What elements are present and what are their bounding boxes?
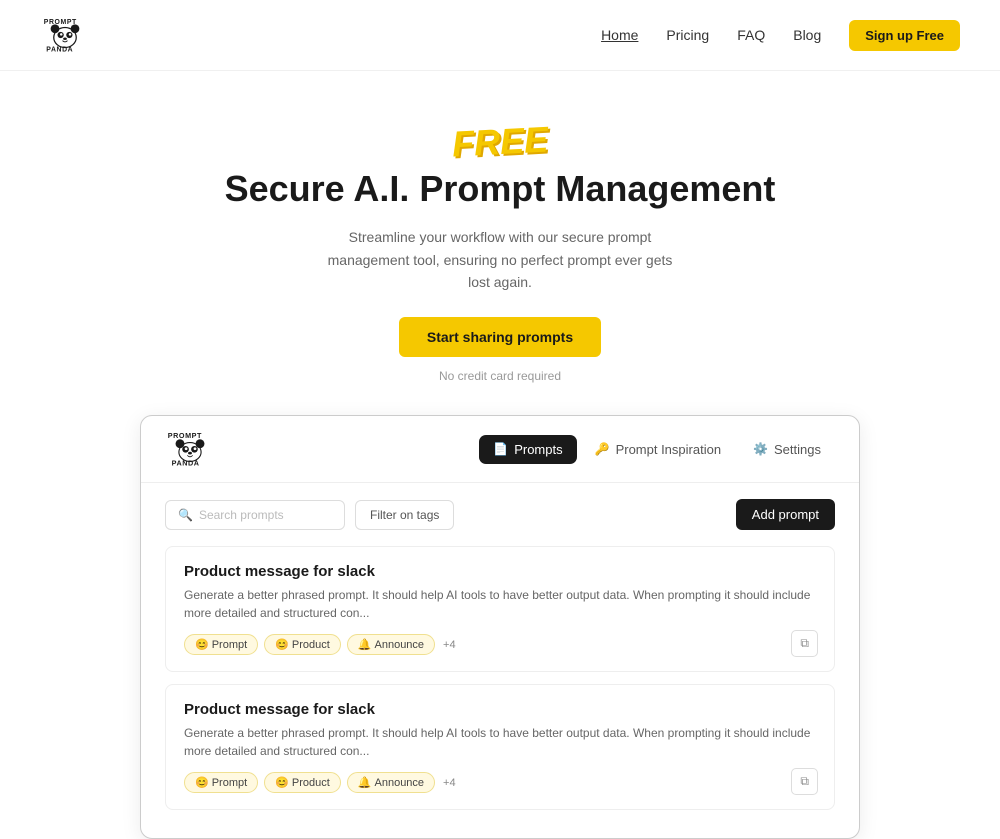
tag-product-label: Product bbox=[292, 777, 330, 789]
app-nav: PROMPT PANDA 📄 Prompts 🔑 Prompt Inspirat… bbox=[141, 416, 859, 483]
tab-prompts-label: Prompts bbox=[514, 442, 562, 457]
tag-prompt-label: Prompt bbox=[212, 639, 247, 651]
nav-home[interactable]: Home bbox=[601, 27, 638, 43]
tag-product-label: Product bbox=[292, 639, 330, 651]
search-icon: 🔍 bbox=[178, 508, 193, 522]
tag-announce-emoji: 🔔 bbox=[358, 638, 372, 651]
hero-note: No credit card required bbox=[439, 369, 561, 383]
svg-text:PROMPT: PROMPT bbox=[44, 19, 77, 26]
hero-subtitle: Streamline your workflow with our secure… bbox=[320, 226, 680, 293]
prompt-title: Product message for slack bbox=[184, 701, 816, 718]
search-row: 🔍 Search prompts Filter on tags Add prom… bbox=[165, 499, 835, 530]
prompt-title: Product message for slack bbox=[184, 563, 816, 580]
tag-product-emoji: 😊 bbox=[275, 638, 289, 651]
prompts-icon: 📄 bbox=[493, 442, 508, 456]
tag-prompt-emoji: 😊 bbox=[195, 638, 209, 651]
search-box[interactable]: 🔍 Search prompts bbox=[165, 500, 345, 530]
tag-more: +4 bbox=[443, 639, 456, 651]
tag-product[interactable]: 😊 Product bbox=[264, 634, 341, 655]
nav-pricing[interactable]: Pricing bbox=[666, 27, 709, 43]
tag-product[interactable]: 😊 Product bbox=[264, 772, 341, 793]
free-label: FREE bbox=[451, 119, 549, 166]
tag-prompt[interactable]: 😊 Prompt bbox=[184, 772, 258, 793]
tab-settings-label: Settings bbox=[774, 442, 821, 457]
tag-announce-label: Announce bbox=[375, 777, 425, 789]
signup-button[interactable]: Sign up Free bbox=[849, 20, 960, 51]
svg-text:PANDA: PANDA bbox=[172, 459, 200, 468]
main-nav: PROMPT PANDA Home Pricing FAQ Blog Sign … bbox=[0, 0, 1000, 71]
tab-inspiration[interactable]: 🔑 Prompt Inspiration bbox=[581, 435, 735, 464]
app-preview: PROMPT PANDA 📄 Prompts 🔑 Prompt Inspirat… bbox=[140, 415, 860, 839]
nav-links: Home Pricing FAQ Blog Sign up Free bbox=[601, 20, 960, 51]
tag-product-emoji: 😊 bbox=[275, 776, 289, 789]
app-content: 🔍 Search prompts Filter on tags Add prom… bbox=[141, 483, 859, 838]
nav-blog[interactable]: Blog bbox=[793, 27, 821, 43]
inspiration-icon: 🔑 bbox=[595, 442, 610, 456]
tag-prompt[interactable]: 😊 Prompt bbox=[184, 634, 258, 655]
prompt-desc: Generate a better phrased prompt. It sho… bbox=[184, 586, 816, 622]
search-placeholder: Search prompts bbox=[199, 508, 284, 522]
prompt-tags: 😊 Prompt 😊 Product 🔔 Announce +4 bbox=[184, 634, 816, 655]
prompt-card: Product message for slack Generate a bet… bbox=[165, 684, 835, 810]
add-prompt-button[interactable]: Add prompt bbox=[736, 499, 835, 530]
tab-settings[interactable]: ⚙️ Settings bbox=[739, 435, 835, 464]
prompt-tags: 😊 Prompt 😊 Product 🔔 Announce +4 bbox=[184, 772, 816, 793]
hero-cta-button[interactable]: Start sharing prompts bbox=[399, 317, 601, 357]
filter-button[interactable]: Filter on tags bbox=[355, 500, 454, 530]
copy-button[interactable]: ⧉ bbox=[791, 630, 818, 657]
hero-title: Secure A.I. Prompt Management bbox=[20, 167, 980, 210]
tag-prompt-label: Prompt bbox=[212, 777, 247, 789]
tab-prompts[interactable]: 📄 Prompts bbox=[479, 435, 576, 464]
prompt-card: Product message for slack Generate a bet… bbox=[165, 546, 835, 672]
tag-announce[interactable]: 🔔 Announce bbox=[347, 634, 435, 655]
tag-announce-emoji: 🔔 bbox=[358, 776, 372, 789]
app-preview-wrapper: PROMPT PANDA 📄 Prompts 🔑 Prompt Inspirat… bbox=[120, 415, 880, 839]
tag-announce[interactable]: 🔔 Announce bbox=[347, 772, 435, 793]
settings-icon: ⚙️ bbox=[753, 442, 768, 456]
app-logo: PROMPT PANDA bbox=[165, 430, 215, 468]
tag-prompt-emoji: 😊 bbox=[195, 776, 209, 789]
hero-section: FREE Secure A.I. Prompt Management Strea… bbox=[0, 71, 1000, 415]
hero-free-badge: FREE bbox=[20, 121, 980, 167]
site-logo: PROMPT PANDA bbox=[40, 16, 90, 54]
tag-more: +4 bbox=[443, 777, 456, 789]
tab-inspiration-label: Prompt Inspiration bbox=[616, 442, 722, 457]
prompt-desc: Generate a better phrased prompt. It sho… bbox=[184, 724, 816, 760]
tag-announce-label: Announce bbox=[375, 639, 425, 651]
svg-text:PROMPT: PROMPT bbox=[168, 432, 202, 441]
svg-text:PANDA: PANDA bbox=[46, 46, 73, 53]
nav-faq[interactable]: FAQ bbox=[737, 27, 765, 43]
copy-button[interactable]: ⧉ bbox=[791, 768, 818, 795]
app-tabs: 📄 Prompts 🔑 Prompt Inspiration ⚙️ Settin… bbox=[479, 435, 835, 464]
